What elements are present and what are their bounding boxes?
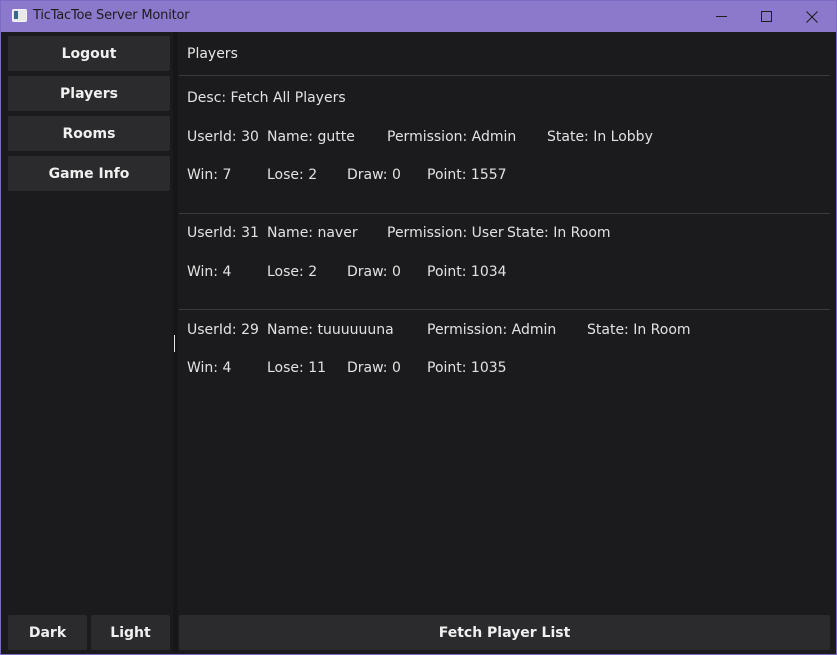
dark-theme-button[interactable]: Dark bbox=[8, 615, 87, 650]
window-title: TicTacToe Server Monitor bbox=[33, 8, 190, 23]
minimize-button[interactable] bbox=[698, 1, 744, 32]
player-userid: UserId: 31 bbox=[187, 225, 259, 241]
divider bbox=[179, 309, 830, 310]
divider bbox=[179, 213, 830, 214]
maximize-button[interactable] bbox=[743, 1, 789, 32]
logout-button[interactable]: Logout bbox=[8, 36, 170, 71]
player-draw: Draw: 0 bbox=[347, 167, 401, 183]
divider bbox=[179, 75, 830, 76]
player-state: State: In Lobby bbox=[547, 129, 653, 145]
player-draw: Draw: 0 bbox=[347, 360, 401, 376]
player-name: Name: naver bbox=[267, 225, 358, 241]
player-permission: Permission: Admin bbox=[387, 129, 517, 145]
app-icon bbox=[12, 9, 27, 22]
player-lose: Lose: 11 bbox=[267, 360, 327, 376]
player-name: Name: gutte bbox=[267, 129, 355, 145]
light-theme-button[interactable]: Light bbox=[91, 615, 170, 650]
player-point: Point: 1557 bbox=[427, 167, 507, 183]
player-win: Win: 4 bbox=[187, 264, 232, 280]
player-userid: UserId: 30 bbox=[187, 129, 259, 145]
maximize-icon bbox=[760, 11, 772, 22]
text-cursor bbox=[174, 335, 175, 352]
player-state: State: In Room bbox=[587, 322, 691, 338]
close-icon bbox=[806, 10, 818, 23]
description-label: Desc: Fetch All Players bbox=[187, 90, 346, 106]
player-point: Point: 1035 bbox=[427, 360, 507, 376]
player-state: State: In Room bbox=[507, 225, 611, 241]
sidebar-item-game-info[interactable]: Game Info bbox=[8, 156, 170, 191]
close-button[interactable] bbox=[789, 1, 835, 32]
player-win: Win: 4 bbox=[187, 360, 232, 376]
page-title-label: Players bbox=[187, 46, 238, 62]
player-win: Win: 7 bbox=[187, 167, 232, 183]
minimize-icon bbox=[715, 16, 727, 17]
sidebar-item-rooms[interactable]: Rooms bbox=[8, 116, 170, 151]
player-userid: UserId: 29 bbox=[187, 322, 259, 338]
player-lose: Lose: 2 bbox=[267, 264, 318, 280]
player-draw: Draw: 0 bbox=[347, 264, 401, 280]
player-point: Point: 1034 bbox=[427, 264, 507, 280]
sidebar-item-players[interactable]: Players bbox=[8, 76, 170, 111]
player-permission: Permission: Admin bbox=[427, 322, 557, 338]
app-window: TicTacToe Server Monitor Logout Players … bbox=[0, 0, 837, 655]
player-name: Name: tuuuuuuna bbox=[267, 322, 394, 338]
sidebar: Logout Players Rooms Game Info Dark Ligh… bbox=[5, 32, 173, 652]
title-bar[interactable]: TicTacToe Server Monitor bbox=[1, 1, 836, 32]
player-permission: Permission: User bbox=[387, 225, 504, 241]
main-panel: Players Desc: Fetch All Players UserId: … bbox=[179, 32, 830, 652]
player-lose: Lose: 2 bbox=[267, 167, 318, 183]
fetch-player-list-button[interactable]: Fetch Player List bbox=[179, 615, 830, 650]
page-title: Players bbox=[179, 32, 830, 76]
